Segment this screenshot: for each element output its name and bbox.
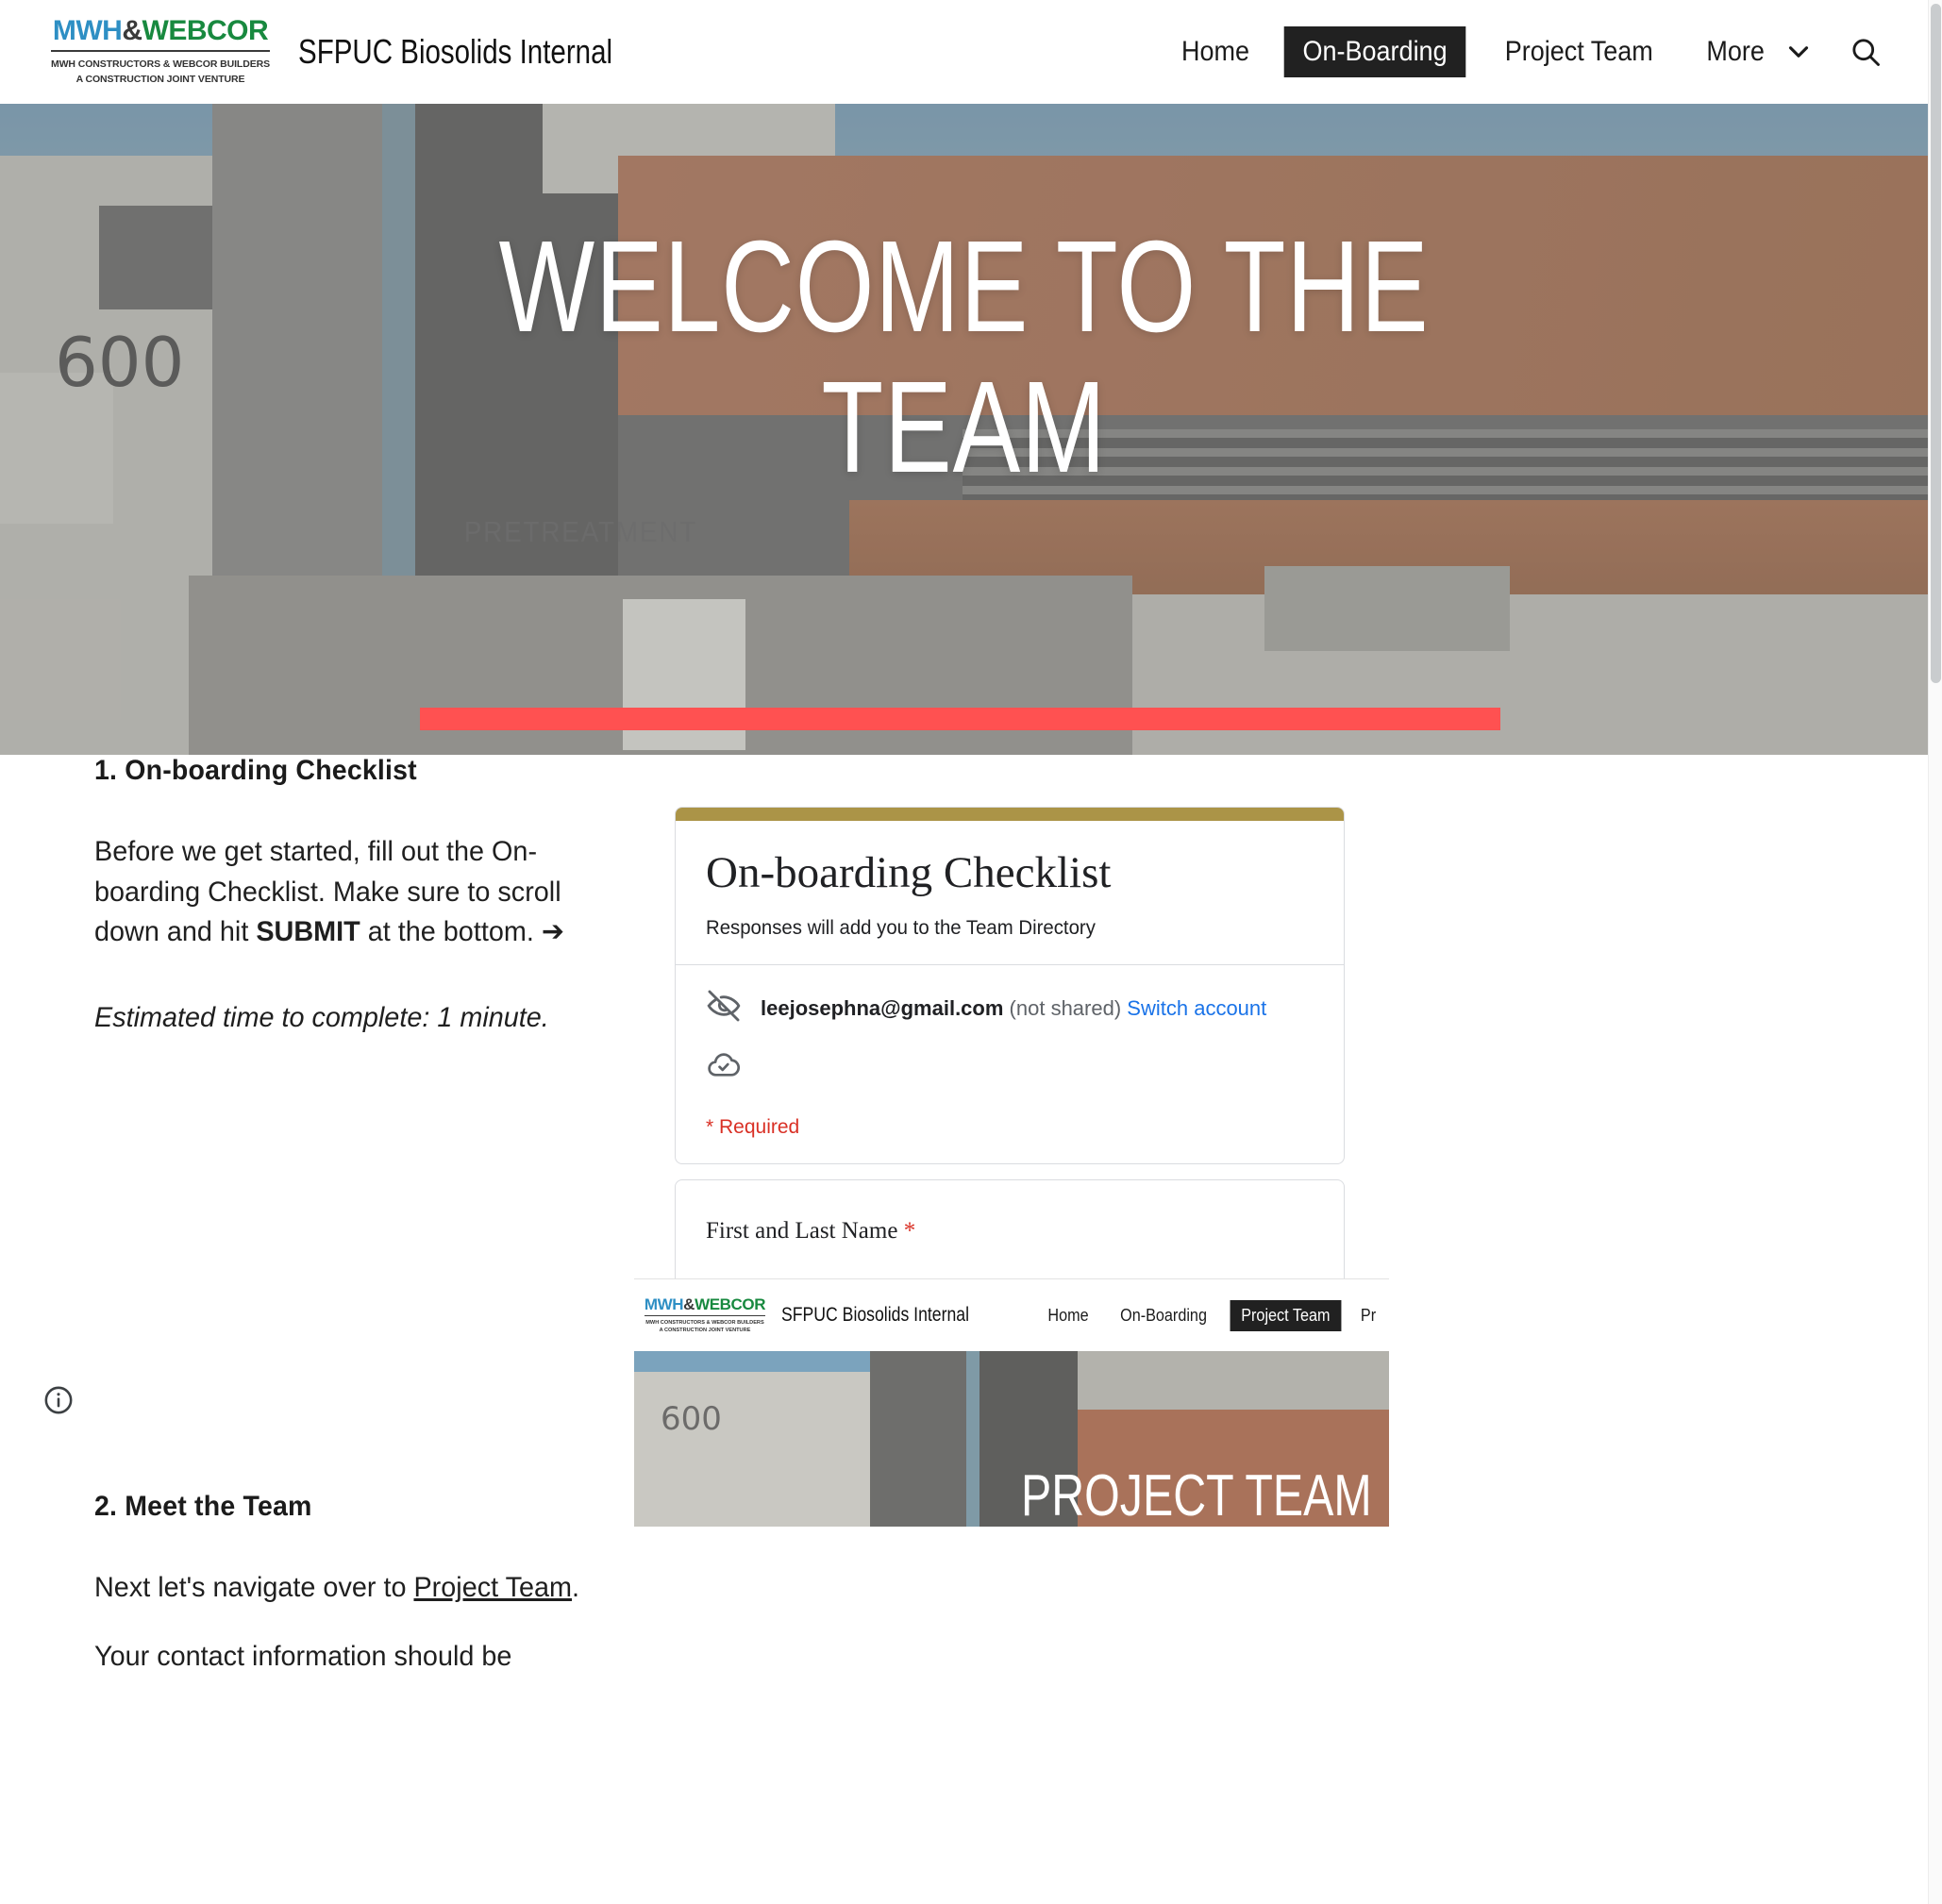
form-header-card: On-boarding Checklist Responses will add… <box>675 807 1345 1165</box>
preview-logo-sub2: A CONSTRUCTION JOINT VENTURE <box>659 1328 751 1333</box>
nav-item-on-boarding[interactable]: On-Boarding <box>1283 26 1466 77</box>
question-label: First and Last Name * <box>706 1218 1314 1244</box>
vertical-scrollbar[interactable] <box>1928 0 1942 1904</box>
form-draft-row <box>706 1047 1314 1088</box>
brand-block[interactable]: MWH&WEBCOR MWH CONSTRUCTORS & WEBCOR BUI… <box>0 17 681 86</box>
section-2-title: 2. Meet the Team <box>94 1491 312 1523</box>
form-accent-bar <box>676 808 1344 821</box>
preview-hero-text: PROJECT TEAM <box>1021 1463 1372 1527</box>
section-1-text-b: at the bottom. <box>360 916 542 948</box>
logo-divider <box>51 50 270 53</box>
preview-logo: MWH&WEBCOR MWH CONSTRUCTORS & WEBCOR BUI… <box>642 1296 768 1335</box>
preview-nav-home[interactable]: Home <box>1037 1300 1100 1331</box>
form-description: Responses will add you to the Team Direc… <box>706 917 1096 940</box>
section-2-paragraph-2: Your contact information should be <box>94 1640 512 1672</box>
section-2-paragraph: Next let's navigate over to Project Team… <box>94 1568 602 1609</box>
switch-account-link[interactable]: Switch account <box>1127 996 1266 1020</box>
hero-banner: 600 PRETREATMENT WELCOME TO THE TEAM <box>0 104 1928 755</box>
preview-wall <box>634 1372 870 1527</box>
logo-subtitle-line1: MWH CONSTRUCTORS & WEBCOR BUILDERS <box>50 58 271 71</box>
preview-navigation: Home On-Boarding Project Team Pr <box>1033 1299 1389 1331</box>
main-navigation: Home On-Boarding Project Team More <box>1157 26 1890 77</box>
nav-item-project-team[interactable]: Project Team <box>1486 26 1672 77</box>
preview-hero: 600 PROJECT TEAM <box>634 1351 1389 1527</box>
logo-subtitle-line2: A CONSTRUCTION JOINT VENTURE <box>75 73 245 85</box>
preview-logo-divider <box>645 1314 765 1316</box>
logo-webcor-text: WEBCOR <box>142 15 269 47</box>
form-account-section: leejosephna@gmail.com (not shared) Switc… <box>676 965 1344 1163</box>
question-required-marker: * <box>903 1218 916 1244</box>
form-account-row: leejosephna@gmail.com (not shared) Switc… <box>706 988 1314 1028</box>
logo-wordmark: MWH&WEBCOR <box>45 17 276 45</box>
hero-headline: WELCOME TO THE TEAM <box>212 214 1716 501</box>
logo-mwh-text: MWH <box>52 15 123 47</box>
logo-ampersand: & <box>122 15 142 47</box>
preview-slab <box>1078 1351 1389 1412</box>
preview-header: MWH&WEBCOR MWH CONSTRUCTORS & WEBCOR BUI… <box>634 1279 1389 1351</box>
embedded-site-preview[interactable]: MWH&WEBCOR MWH CONSTRUCTORS & WEBCOR BUI… <box>634 1278 1389 1527</box>
preview-stripe <box>966 1351 979 1527</box>
nav-item-more[interactable]: More <box>1687 26 1783 77</box>
chevron-down-icon[interactable] <box>1783 36 1815 68</box>
form-header-body: On-boarding Checklist Responses will add… <box>676 821 1344 964</box>
preview-nav-truncated[interactable]: Pr <box>1349 1300 1387 1331</box>
info-circle-icon[interactable] <box>42 1384 75 1421</box>
preview-logo-webcor: WEBCOR <box>695 1294 766 1313</box>
section-2-text-b: . <box>572 1572 580 1604</box>
section-2-text-a: Next let's navigate over to <box>94 1572 414 1604</box>
submit-emphasis: SUBMIT <box>256 916 360 948</box>
preview-site-title: SFPUC Biosolids Internal <box>781 1304 970 1326</box>
account-email: leejosephna@gmail.com <box>761 995 1004 1020</box>
preview-nav-project-team[interactable]: Project Team <box>1230 1299 1342 1331</box>
mwh-webcor-logo[interactable]: MWH&WEBCOR MWH CONSTRUCTORS & WEBCOR BUI… <box>45 17 276 86</box>
preview-logo-sub1: MWH CONSTRUCTORS & WEBCOR BUILDERS <box>645 1319 764 1326</box>
search-icon[interactable] <box>1841 31 1890 73</box>
nav-item-home[interactable]: Home <box>1163 26 1268 77</box>
form-title: On-boarding Checklist <box>706 848 1112 897</box>
right-arrow-icon: ➔ <box>541 916 564 948</box>
hero-building-number: 600 <box>55 323 185 402</box>
form-required-note: * Required <box>706 1116 800 1139</box>
hero-headline-line2: TEAM <box>821 355 1107 501</box>
preview-logo-mwh: MWH <box>644 1294 684 1313</box>
project-team-link[interactable]: Project Team <box>413 1572 572 1603</box>
section-1-paragraph: Before we get started, fill out the On-b… <box>94 832 602 953</box>
site-title[interactable]: SFPUC Biosolids Internal <box>298 32 612 72</box>
preview-col-1 <box>870 1351 974 1527</box>
hero-accent-bar <box>420 708 1500 730</box>
preview-nav-on-boarding[interactable]: On-Boarding <box>1110 1300 1218 1331</box>
question-label-text: First and Last Name <box>706 1218 898 1244</box>
preview-building-number: 600 <box>661 1400 722 1438</box>
section-1-estimate: Estimated time to complete: 1 minute. <box>94 1001 549 1033</box>
hero-headline-line1: WELCOME TO THE <box>498 214 1430 359</box>
cloud-check-icon <box>706 1047 742 1088</box>
account-shared-note: (not shared) <box>1009 995 1122 1020</box>
eye-off-icon <box>706 988 742 1028</box>
preview-logo-amp: & <box>683 1294 695 1313</box>
preview-logo-wordmark: MWH&WEBCOR <box>642 1296 768 1312</box>
section-1-title: 1. On-boarding Checklist <box>94 755 417 786</box>
hero-building-label: PRETREATMENT <box>463 515 698 548</box>
form-account-text: leejosephna@gmail.com (not shared) Switc… <box>761 996 1266 1021</box>
site-header: MWH&WEBCOR MWH CONSTRUCTORS & WEBCOR BUI… <box>0 0 1928 104</box>
scrollbar-thumb[interactable] <box>1931 4 1941 683</box>
left-column: 1. On-boarding Checklist Before we get s… <box>44 755 623 1678</box>
